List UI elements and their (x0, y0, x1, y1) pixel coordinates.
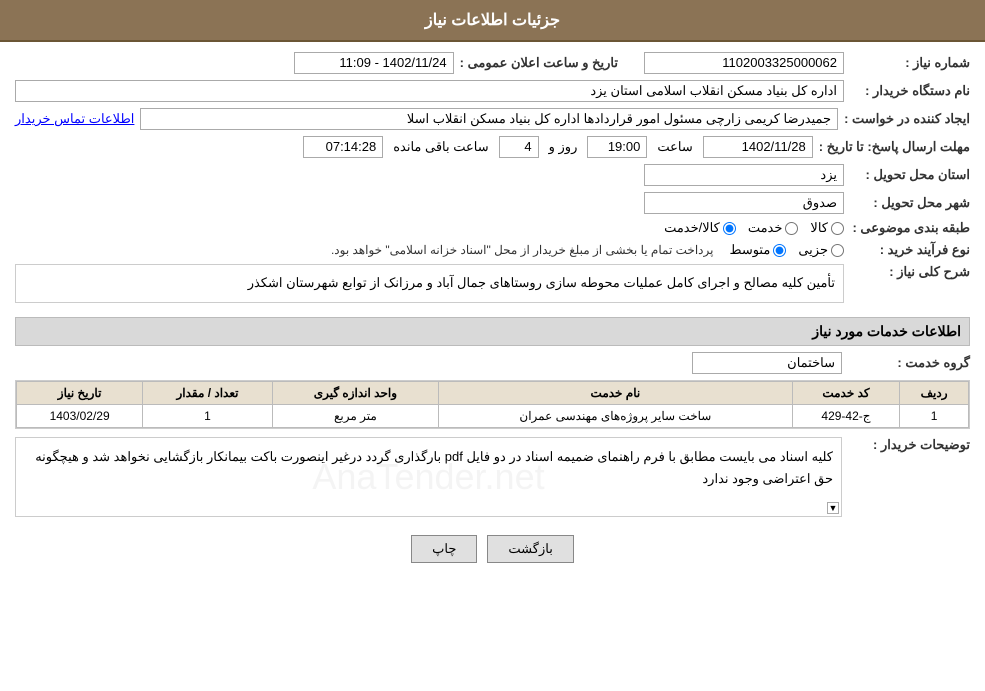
process-radio-group: جزیی متوسط (729, 242, 844, 258)
radio-medium[interactable] (773, 244, 786, 257)
radio-item-goods-service: کالا/خدمت (664, 220, 736, 236)
services-table: ردیف کد خدمت نام خدمت واحد اندازه گیری ت… (16, 381, 969, 428)
services-section-title: اطلاعات خدمات مورد نیاز (15, 317, 970, 346)
response-deadline-row: مهلت ارسال پاسخ: تا تاریخ : 1402/11/28 س… (15, 136, 970, 158)
content-area: شماره نیاز : 1102003325000062 تاریخ و سا… (0, 42, 985, 583)
radio-medium-label: متوسط (729, 242, 770, 258)
col-header-service-code: کد خدمت (792, 381, 899, 404)
radio-goods-label: کالا (810, 220, 828, 236)
col-header-unit: واحد اندازه گیری (272, 381, 438, 404)
need-number-row: شماره نیاز : 1102003325000062 تاریخ و سا… (15, 52, 970, 74)
print-button[interactable]: چاپ (411, 535, 477, 563)
cell-row-number: 1 (900, 404, 969, 427)
page-title: جزئیات اطلاعات نیاز (425, 12, 560, 29)
process-label: نوع فرآیند خرید : (850, 242, 970, 258)
response-remaining-value: 07:14:28 (303, 136, 383, 158)
response-deadline-label: مهلت ارسال پاسخ: تا تاریخ : (819, 139, 970, 155)
process-row: نوع فرآیند خرید : جزیی متوسط پرداخت تمام… (15, 242, 970, 258)
response-time-value: 19:00 (587, 136, 647, 158)
action-buttons-row: بازگشت چاپ (15, 535, 970, 563)
response-time-label: ساعت (657, 139, 692, 155)
city-label: شهر محل تحویل : (850, 195, 970, 211)
creator-contact-link[interactable]: اطلاعات تماس خریدار (15, 111, 134, 127)
cell-date: 1403/02/29 (17, 404, 143, 427)
cell-service-name: ساخت سایر پروژه‌های مهندسی عمران (438, 404, 792, 427)
expand-icon: ▼ (827, 502, 839, 514)
response-days-label: روز و (549, 139, 578, 155)
process-note: پرداخت تمام یا بخشی از مبلغ خریدار از مح… (331, 243, 714, 257)
service-group-value: ساختمان (692, 352, 842, 374)
buyer-notes-content: کلیه اسناد می بایست مطابق با فرم راهنمای… (24, 446, 833, 490)
table-row: 1 ج-42-429 ساخت سایر پروژه‌های مهندسی عم… (17, 404, 969, 427)
radio-item-goods: کالا (810, 220, 844, 236)
col-header-quantity: تعداد / مقدار (143, 381, 273, 404)
col-header-row-number: ردیف (900, 381, 969, 404)
radio-item-medium: متوسط (729, 242, 786, 258)
buyer-notes-label: توضیحات خریدار : (850, 437, 970, 453)
buyer-notes-section: AnaTender.net کلیه اسناد می بایست مطابق … (15, 437, 842, 517)
cell-quantity: 1 (143, 404, 273, 427)
response-date-value: 1402/11/28 (703, 136, 813, 158)
province-label: استان محل تحویل : (850, 167, 970, 183)
province-value: یزد (644, 164, 844, 186)
announcement-datetime-value: 1402/11/24 - 11:09 (294, 52, 454, 74)
cell-service-code: ج-42-429 (792, 404, 899, 427)
general-desc-label: شرح کلی نیاز : (850, 264, 970, 280)
city-row: شهر محل تحویل : صدوق (15, 192, 970, 214)
radio-partial-label: جزیی (798, 242, 828, 258)
creator-label: ایجاد کننده در خواست : (844, 111, 970, 127)
col-header-service-name: نام خدمت (438, 381, 792, 404)
cell-unit: متر مربع (272, 404, 438, 427)
province-row: استان محل تحویل : یزد (15, 164, 970, 186)
radio-goods[interactable] (831, 222, 844, 235)
radio-item-partial: جزیی (798, 242, 844, 258)
need-number-value: 1102003325000062 (644, 52, 844, 74)
category-radio-group: کالا خدمت کالا/خدمت (664, 220, 844, 236)
category-label: طبقه بندی موضوعی : (850, 220, 970, 236)
radio-partial[interactable] (831, 244, 844, 257)
service-group-label: گروه خدمت : (850, 355, 970, 371)
announcement-datetime-label: تاریخ و ساعت اعلان عمومی : (460, 55, 618, 71)
radio-item-service: خدمت (748, 220, 799, 236)
response-remaining-label: ساعت باقی مانده (393, 139, 488, 155)
service-group-row: گروه خدمت : ساختمان (15, 352, 970, 374)
radio-service[interactable] (785, 222, 798, 235)
need-number-label: شماره نیاز : (850, 55, 970, 71)
general-desc-row: شرح کلی نیاز : تأمین کلیه مصالح و اجرای … (15, 264, 970, 311)
col-header-date: تاریخ نیاز (17, 381, 143, 404)
general-desc-value: تأمین کلیه مصالح و اجرای کامل عملیات محو… (15, 264, 844, 303)
buyer-notes-row: توضیحات خریدار : AnaTender.net کلیه اسنا… (15, 437, 970, 525)
creator-value: جمیدرضا کریمی زارچی مسئول امور قراردادها… (140, 108, 838, 130)
main-container: جزئیات اطلاعات نیاز شماره نیاز : 1102003… (0, 0, 985, 691)
buyer-org-value: اداره کل بنیاد مسکن انقلاب اسلامی استان … (15, 80, 844, 102)
services-table-section: ردیف کد خدمت نام خدمت واحد اندازه گیری ت… (15, 380, 970, 429)
creator-row: ایجاد کننده در خواست : جمیدرضا کریمی زار… (15, 108, 970, 130)
buyer-org-label: نام دستگاه خریدار : (850, 83, 970, 99)
category-row: طبقه بندی موضوعی : کالا خدمت کالا/خدمت (15, 220, 970, 236)
radio-goods-service-label: کالا/خدمت (664, 220, 720, 236)
back-button[interactable]: بازگشت (487, 535, 573, 563)
response-days-value: 4 (499, 136, 539, 158)
city-value: صدوق (644, 192, 844, 214)
radio-goods-service[interactable] (723, 222, 736, 235)
radio-service-label: خدمت (748, 220, 783, 236)
buyer-org-row: نام دستگاه خریدار : اداره کل بنیاد مسکن … (15, 80, 970, 102)
page-header: جزئیات اطلاعات نیاز (0, 0, 985, 42)
